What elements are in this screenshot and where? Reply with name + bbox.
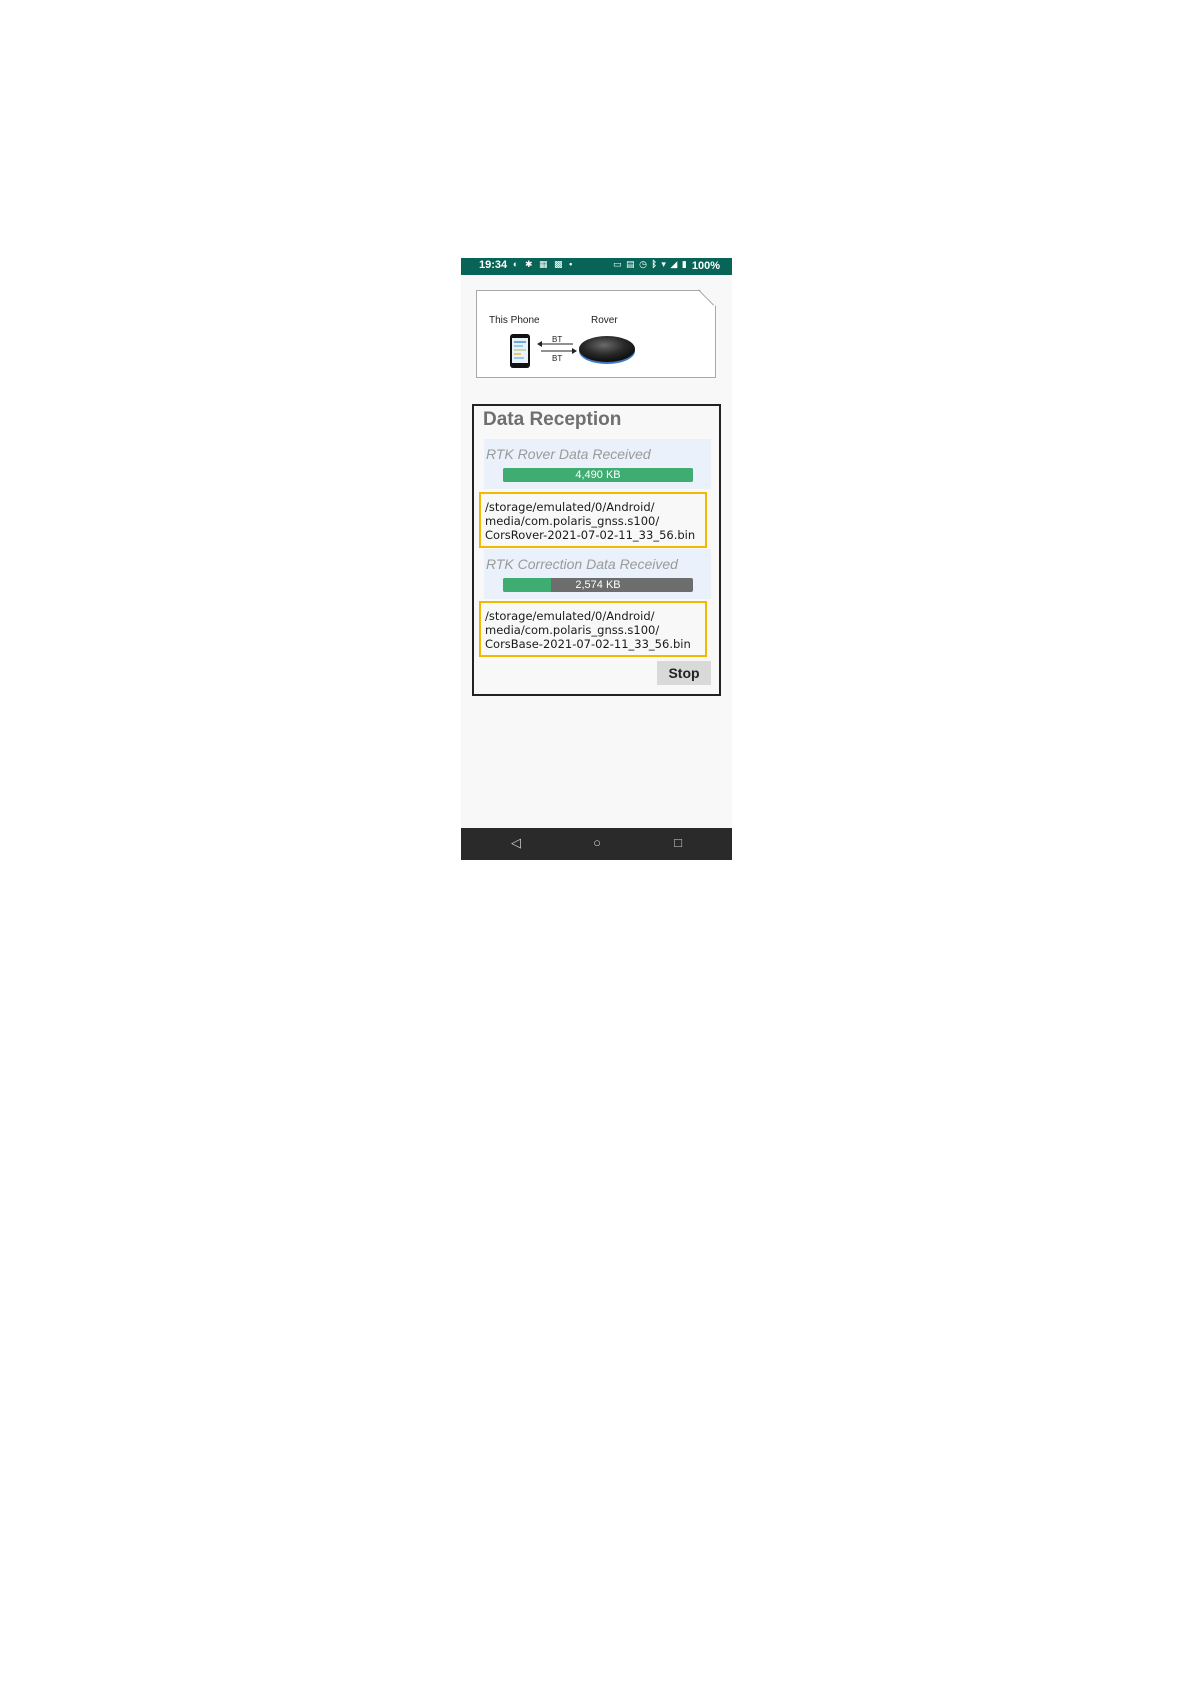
rover-label: Rover: [591, 315, 618, 326]
status-bar: 19:34 ◐ ✱ ▦ ▩ • ▭ ▤ ◷ ᛒ ▾ ◢ ▮ 100%: [461, 258, 732, 275]
rover-data-size: 4,490 KB: [575, 469, 621, 481]
correction-data-label: RTK Correction Data Received: [486, 556, 678, 572]
signal-icon: ◢: [670, 259, 679, 269]
correction-file-path-box: /storage/emulated/0/Android/ media/com.p…: [479, 601, 707, 657]
rover-data-progress-bar: 4,490 KB: [503, 468, 693, 482]
wifi-icon: ▾: [661, 259, 667, 269]
connection-diagram: This Phone Rover BT BT: [476, 289, 716, 378]
cast-icon: ▭: [613, 259, 623, 269]
correction-data-size: 2,574 KB: [575, 579, 621, 591]
stop-button[interactable]: Stop: [657, 661, 711, 685]
rover-data-label: RTK Rover Data Received: [486, 446, 651, 462]
bluetooth-icon: ᛒ: [651, 259, 658, 269]
status-notification-icons: ◐ ✱ ▦ ▩ •: [513, 259, 574, 270]
correction-data-progress-bar: 2,574 KB: [503, 578, 693, 592]
phone-device-icon: [510, 334, 530, 368]
status-time: 19:34: [479, 259, 508, 271]
navigation-bar: ◁ ○ □: [461, 828, 732, 860]
back-icon[interactable]: ◁: [506, 835, 526, 851]
dot-icon: •: [569, 259, 575, 269]
recent-apps-icon[interactable]: □: [668, 835, 688, 850]
home-icon[interactable]: ○: [587, 835, 607, 850]
bt-label-top: BT: [552, 335, 563, 344]
bt-label-bottom: BT: [552, 354, 563, 363]
data-reception-title: Data Reception: [483, 409, 622, 430]
rover-device-icon: [579, 336, 635, 364]
nfc-icon: ▤: [626, 259, 636, 269]
battery-percentage: 100%: [691, 260, 720, 272]
phone-screen: 19:34 ◐ ✱ ▦ ▩ • ▭ ▤ ◷ ᛒ ▾ ◢ ▮ 100% This …: [461, 258, 732, 860]
correction-file-path: /storage/emulated/0/Android/ media/com.p…: [485, 609, 691, 651]
data-reception-panel: Data Reception RTK Rover Data Received 4…: [472, 404, 721, 696]
battery-icon: ▮: [681, 259, 688, 269]
status-system-icons: ▭ ▤ ◷ ᛒ ▾ ◢ ▮: [613, 259, 688, 270]
gallery-icon: ▦: [539, 259, 550, 269]
rover-file-path: /storage/emulated/0/Android/ media/com.p…: [485, 500, 696, 542]
alarm-icon: ◷: [639, 259, 648, 269]
settings-icon: ✱: [524, 259, 535, 269]
phone-label: This Phone: [489, 315, 540, 326]
rover-file-path-box: /storage/emulated/0/Android/ media/com.p…: [479, 492, 707, 548]
photo-icon: ▩: [554, 259, 565, 269]
notification-icon: ◐: [513, 259, 521, 269]
